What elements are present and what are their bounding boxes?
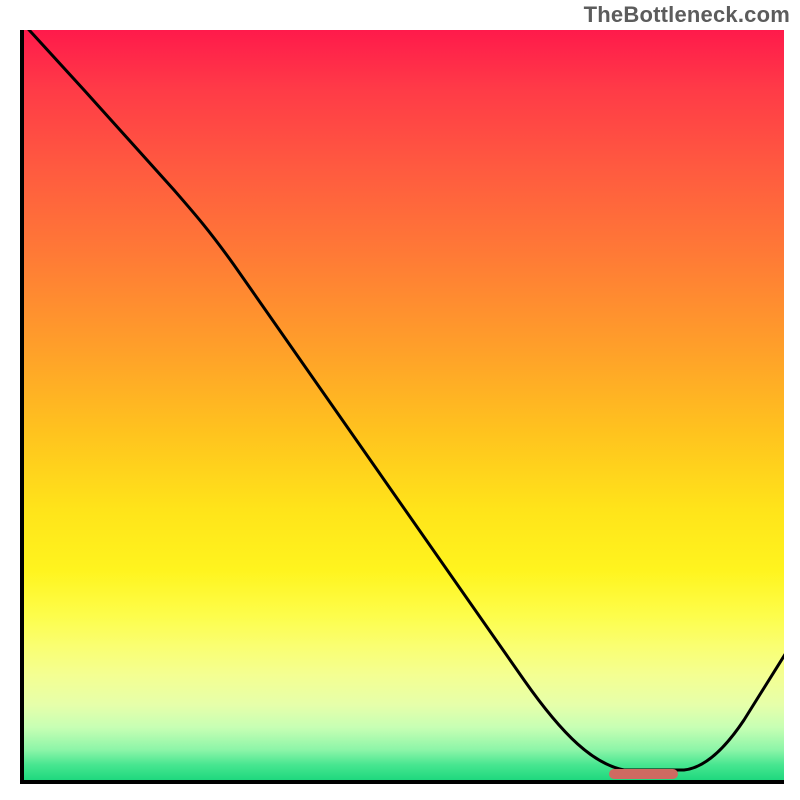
watermark-text: TheBottleneck.com — [584, 2, 790, 28]
optimal-range-marker — [609, 769, 677, 779]
curve-path — [24, 30, 784, 770]
bottleneck-curve — [24, 30, 784, 780]
chart-container: TheBottleneck.com — [0, 0, 800, 800]
plot-area — [20, 30, 784, 784]
